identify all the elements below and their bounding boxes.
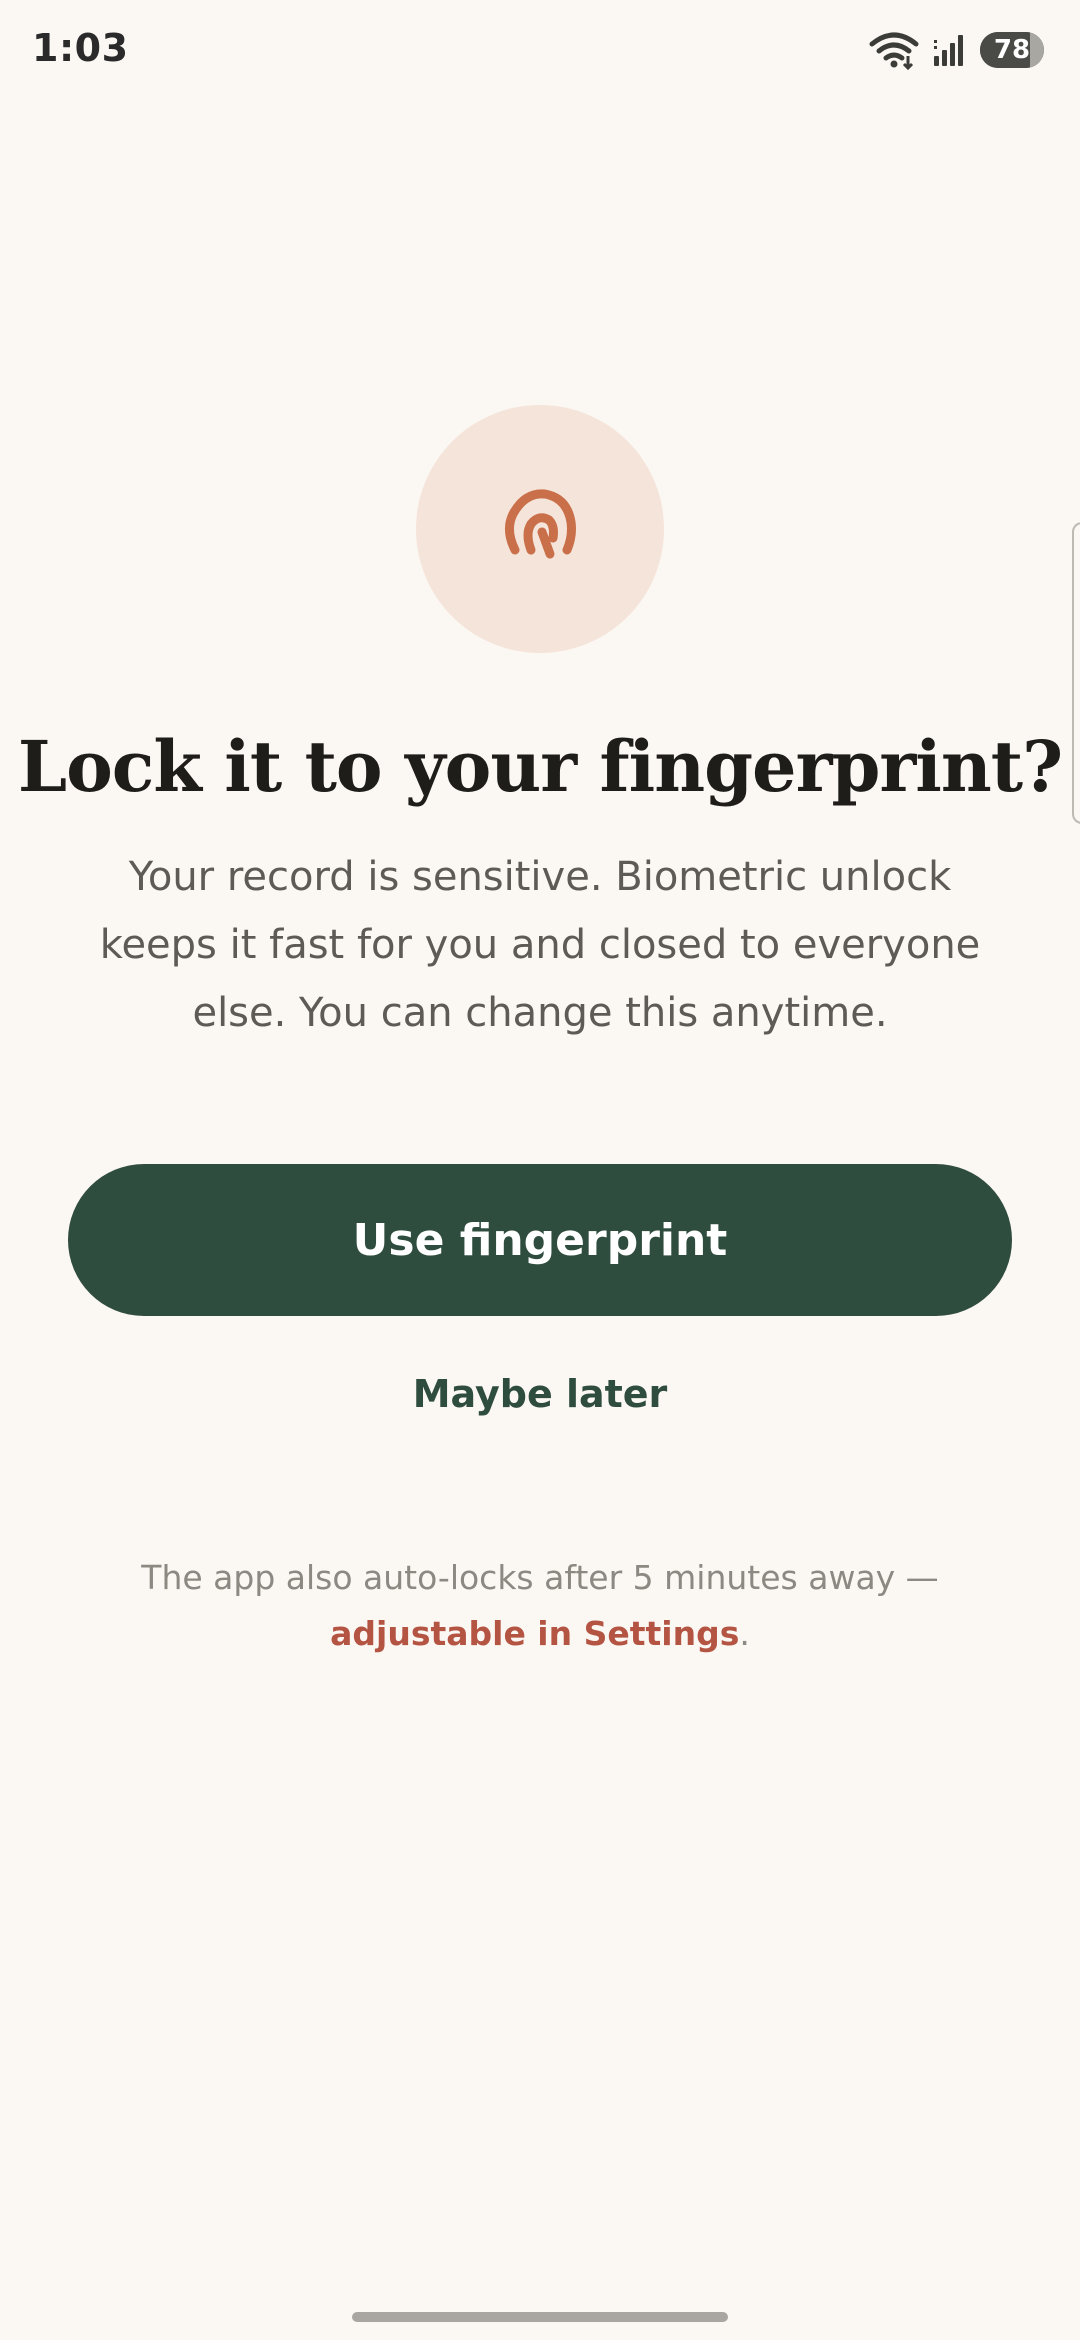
page-title: Lock it to your fingerprint? — [17, 725, 1063, 808]
auto-lock-note: The app also auto-locks after 5 minutes … — [60, 1550, 1020, 1662]
auto-lock-note-end: . — [739, 1614, 750, 1653]
description-text: Your record is sensitive. Biometric unlo… — [99, 854, 981, 1036]
use-fingerprint-button[interactable]: Use fingerprint — [68, 1164, 1012, 1316]
battery-icon: 78 — [980, 32, 1044, 68]
status-icons: 78 — [868, 28, 1044, 72]
fingerprint-icon — [495, 482, 585, 576]
battery-percent: 78 — [993, 35, 1031, 65]
home-indicator[interactable] — [352, 2312, 728, 2322]
wifi-icon — [868, 30, 920, 70]
status-time: 1:03 — [32, 26, 129, 70]
auto-lock-note-text: The app also auto-locks after 5 minutes … — [141, 1558, 939, 1597]
settings-link[interactable]: adjustable in Settings — [330, 1614, 739, 1653]
fingerprint-hero — [416, 405, 664, 653]
status-bar: 1:03 78 — [0, 0, 1080, 100]
maybe-later-button[interactable]: Maybe later — [0, 1372, 1080, 1416]
cellular-signal-icon — [932, 32, 968, 68]
